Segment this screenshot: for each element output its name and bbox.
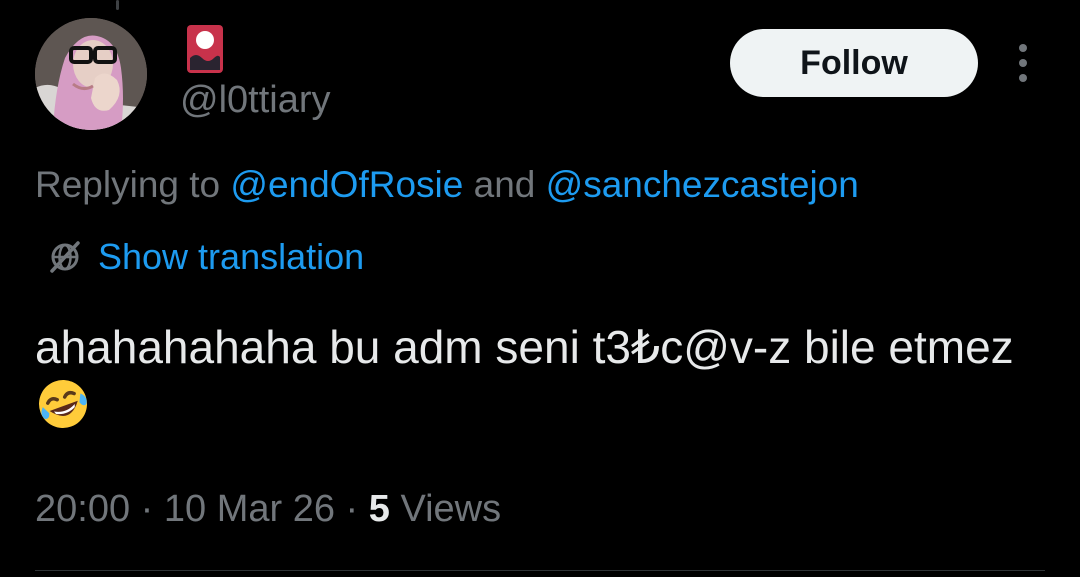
profile-photo — [35, 18, 147, 130]
thread-connector-line — [116, 0, 119, 10]
meta-separator: · — [130, 488, 164, 530]
replying-prefix: Replying to — [35, 164, 231, 205]
views-label[interactable]: Views — [390, 488, 501, 530]
rolling-on-floor-laughing-emoji-icon — [35, 376, 91, 432]
author-handle[interactable]: @l0ttiary — [180, 78, 331, 122]
replying-conjunction: and — [463, 164, 546, 205]
show-translation-button[interactable]: Show translation — [48, 234, 364, 280]
views-count[interactable]: 5 — [369, 488, 390, 530]
divider — [35, 570, 1045, 571]
tweet-detail: @l0ttiary Follow Replying to @endOfRosie… — [0, 0, 1080, 577]
mention-link-endofrosie[interactable]: @endOfRosie — [230, 164, 463, 205]
tweet-body: ahahahahaha bu adm seni t3₺c@v-z bile et… — [35, 321, 1014, 373]
avatar[interactable] — [35, 18, 147, 130]
show-translation-label: Show translation — [98, 236, 365, 277]
globe-slash-icon — [50, 241, 80, 273]
more-vertical-icon[interactable] — [1012, 44, 1034, 82]
tweet-text: ahahahahaha bu adm seni t3₺c@v-z bile et… — [35, 318, 1045, 435]
replying-to: Replying to @endOfRosie and @sanchezcast… — [35, 163, 859, 207]
mention-link-sanchezcastejon[interactable]: @sanchezcastejon — [546, 164, 859, 205]
tweet-meta: 20:00 · 10 Mar 26 · 5 Views — [35, 487, 501, 531]
follow-button[interactable]: Follow — [730, 29, 978, 97]
meta-separator: · — [334, 488, 369, 530]
tweet-date[interactable]: 10 Mar 26 — [164, 488, 335, 530]
red-card-emoji-icon — [186, 24, 224, 74]
tweet-time[interactable]: 20:00 — [35, 488, 130, 530]
